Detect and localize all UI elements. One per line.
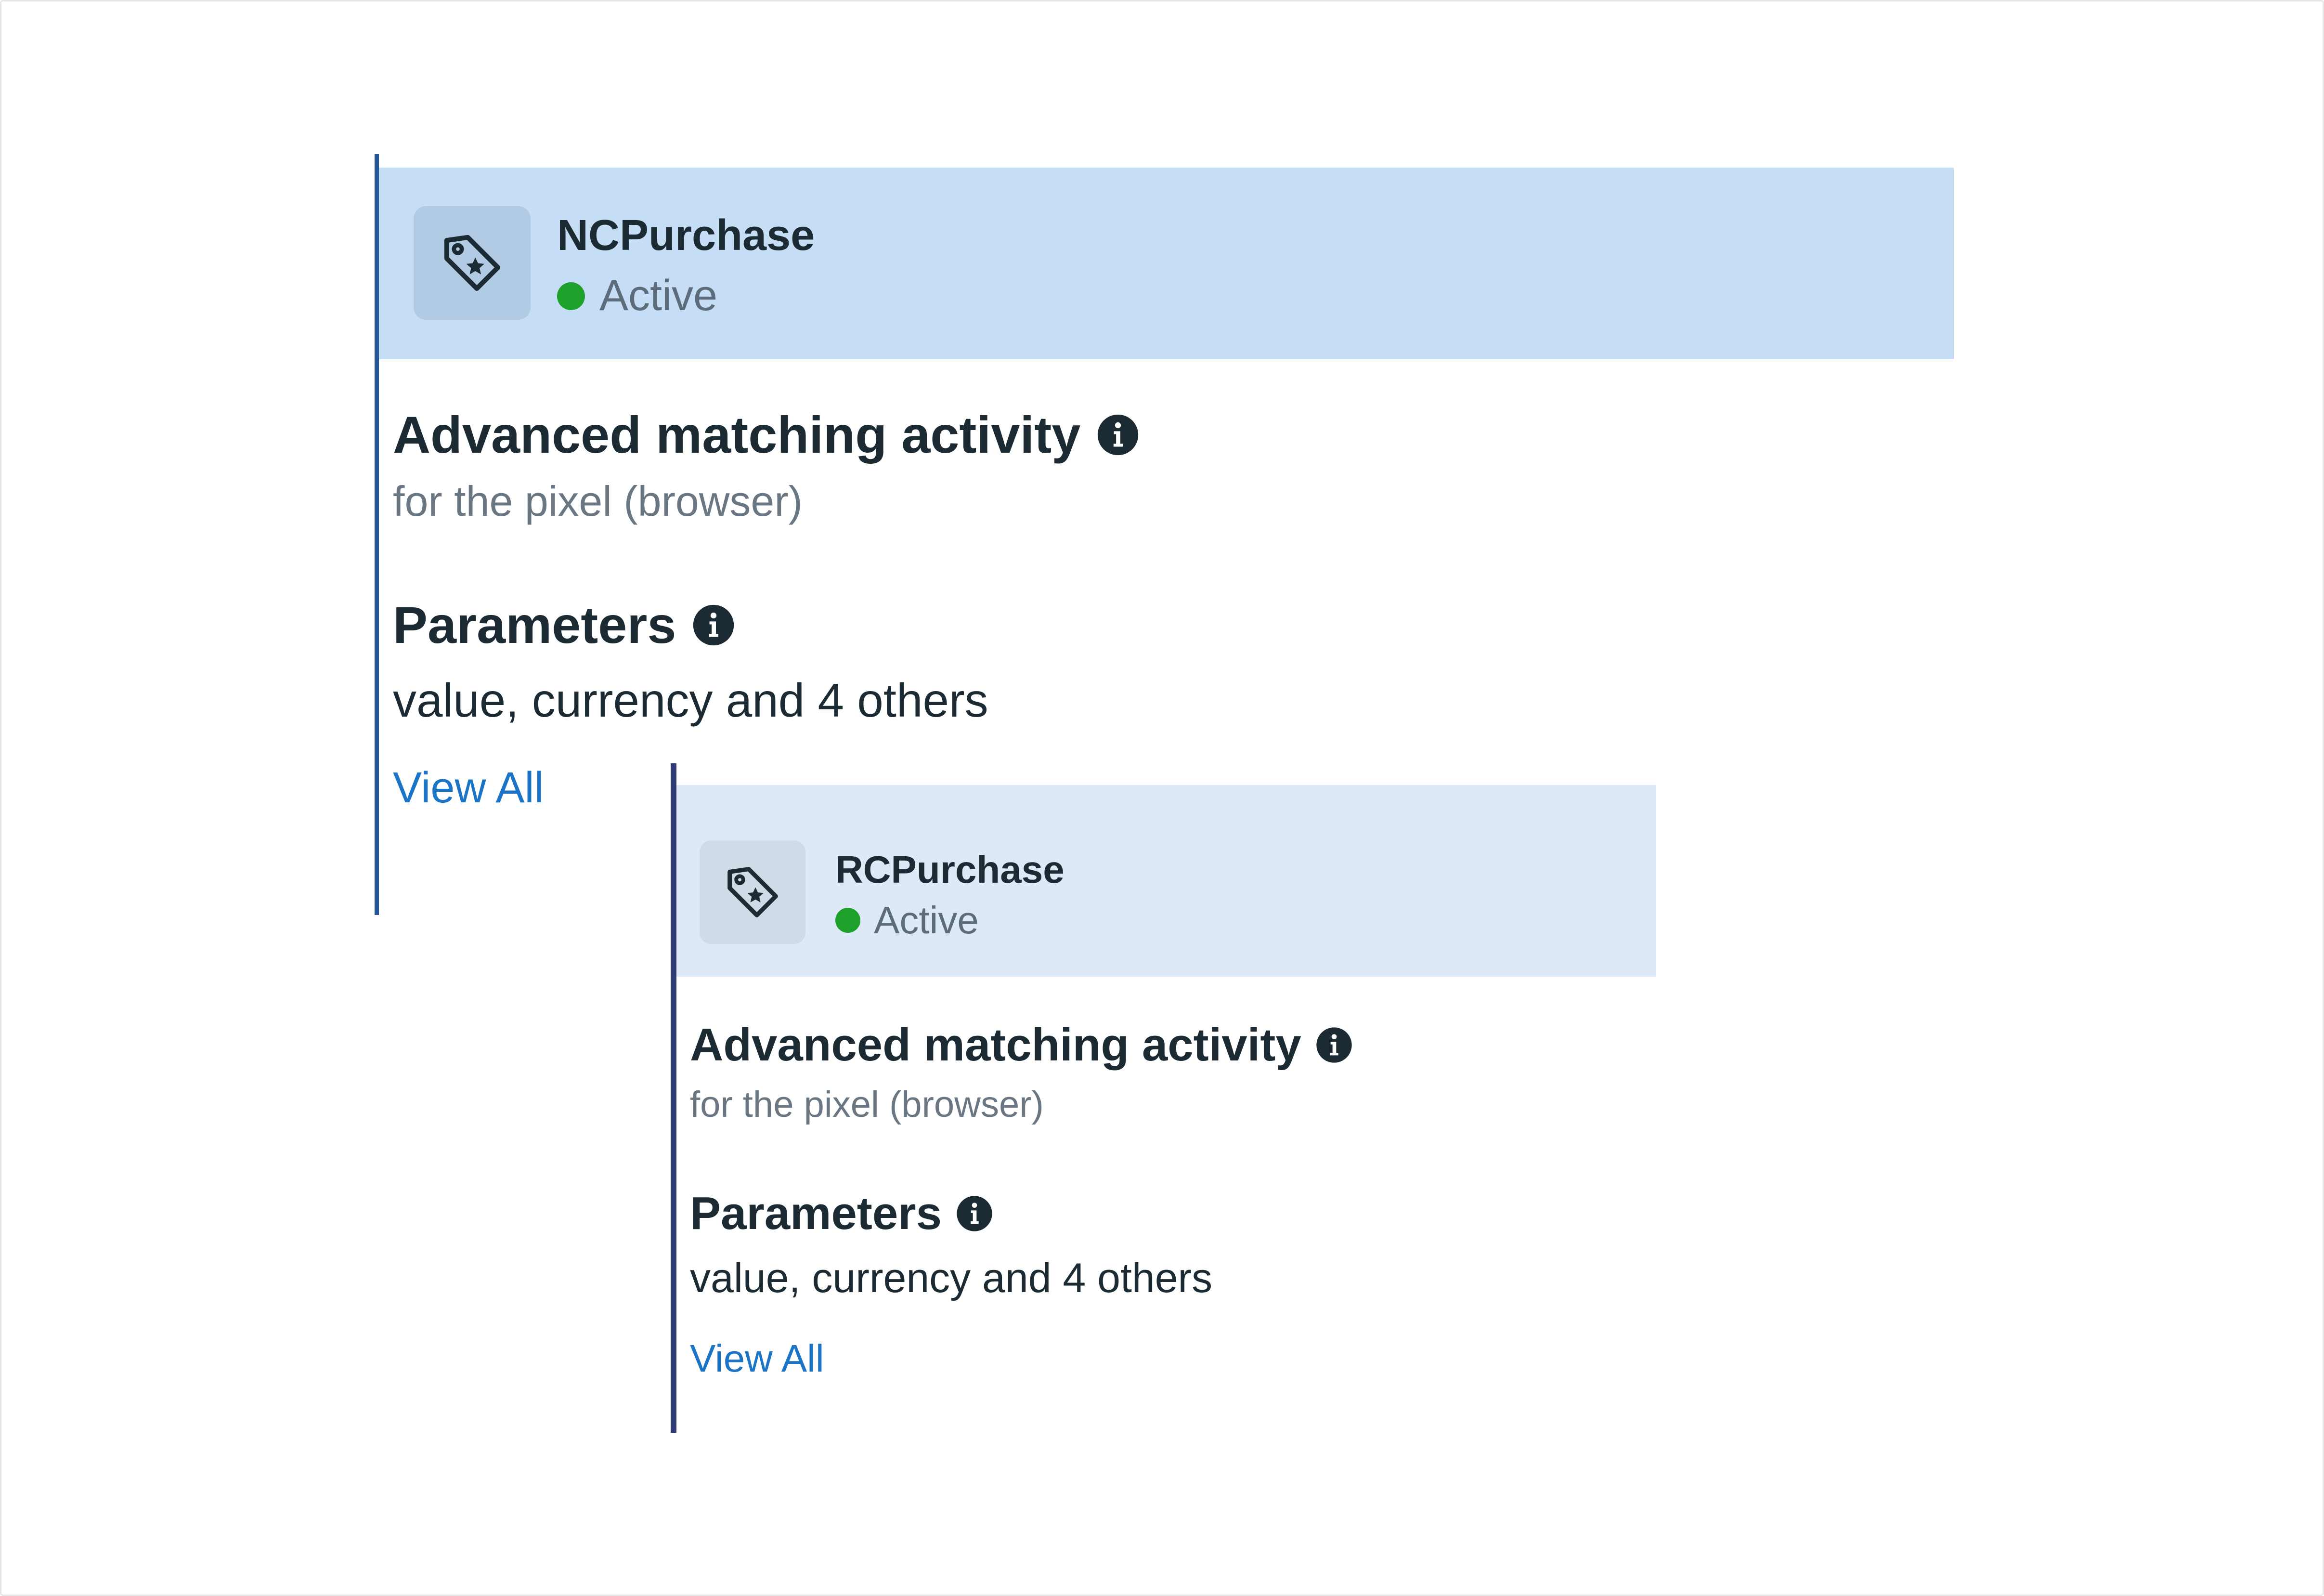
parameters-title: Parameters <box>393 595 736 655</box>
card-left-rule <box>375 154 379 915</box>
event-status: Active <box>835 898 979 942</box>
event-icon-box <box>414 206 531 320</box>
info-icon[interactable] <box>1315 1026 1353 1064</box>
event-card-rcpurchase: RCPurchase Active Advanced matching acti… <box>671 763 1656 1433</box>
view-all-link[interactable]: View All <box>690 1336 824 1381</box>
advanced-matching-label: Advanced matching activity <box>690 1019 1301 1071</box>
parameters-value: value, currency and 4 others <box>393 674 988 727</box>
status-label: Active <box>874 899 979 942</box>
status-label: Active <box>599 272 718 320</box>
tag-icon <box>727 867 778 917</box>
advanced-matching-title: Advanced matching activity <box>690 1019 1353 1072</box>
parameters-title: Parameters <box>690 1187 994 1240</box>
view-all-link[interactable]: View All <box>393 763 544 813</box>
info-icon[interactable] <box>691 603 736 647</box>
parameters-label: Parameters <box>690 1188 942 1239</box>
status-dot-icon <box>557 282 585 310</box>
advanced-matching-title: Advanced matching activity <box>393 405 1140 465</box>
event-status: Active <box>557 271 717 321</box>
card-left-rule <box>671 763 676 1433</box>
event-name: RCPurchase <box>835 848 1065 891</box>
event-name: NCPurchase <box>557 211 815 260</box>
advanced-matching-subtitle: for the pixel (browser) <box>690 1084 1044 1125</box>
event-header[interactable]: NCPurchase Active <box>379 168 1954 359</box>
info-icon[interactable] <box>1096 413 1140 457</box>
info-icon[interactable] <box>955 1194 994 1233</box>
event-icon-box <box>700 840 805 944</box>
tag-icon <box>444 235 500 291</box>
parameters-value: value, currency and 4 others <box>690 1255 1213 1301</box>
event-header[interactable]: RCPurchase Active <box>676 785 1656 977</box>
advanced-matching-label: Advanced matching activity <box>393 406 1081 464</box>
status-dot-icon <box>835 908 860 933</box>
advanced-matching-subtitle: for the pixel (browser) <box>393 477 803 525</box>
parameters-label: Parameters <box>393 596 676 654</box>
